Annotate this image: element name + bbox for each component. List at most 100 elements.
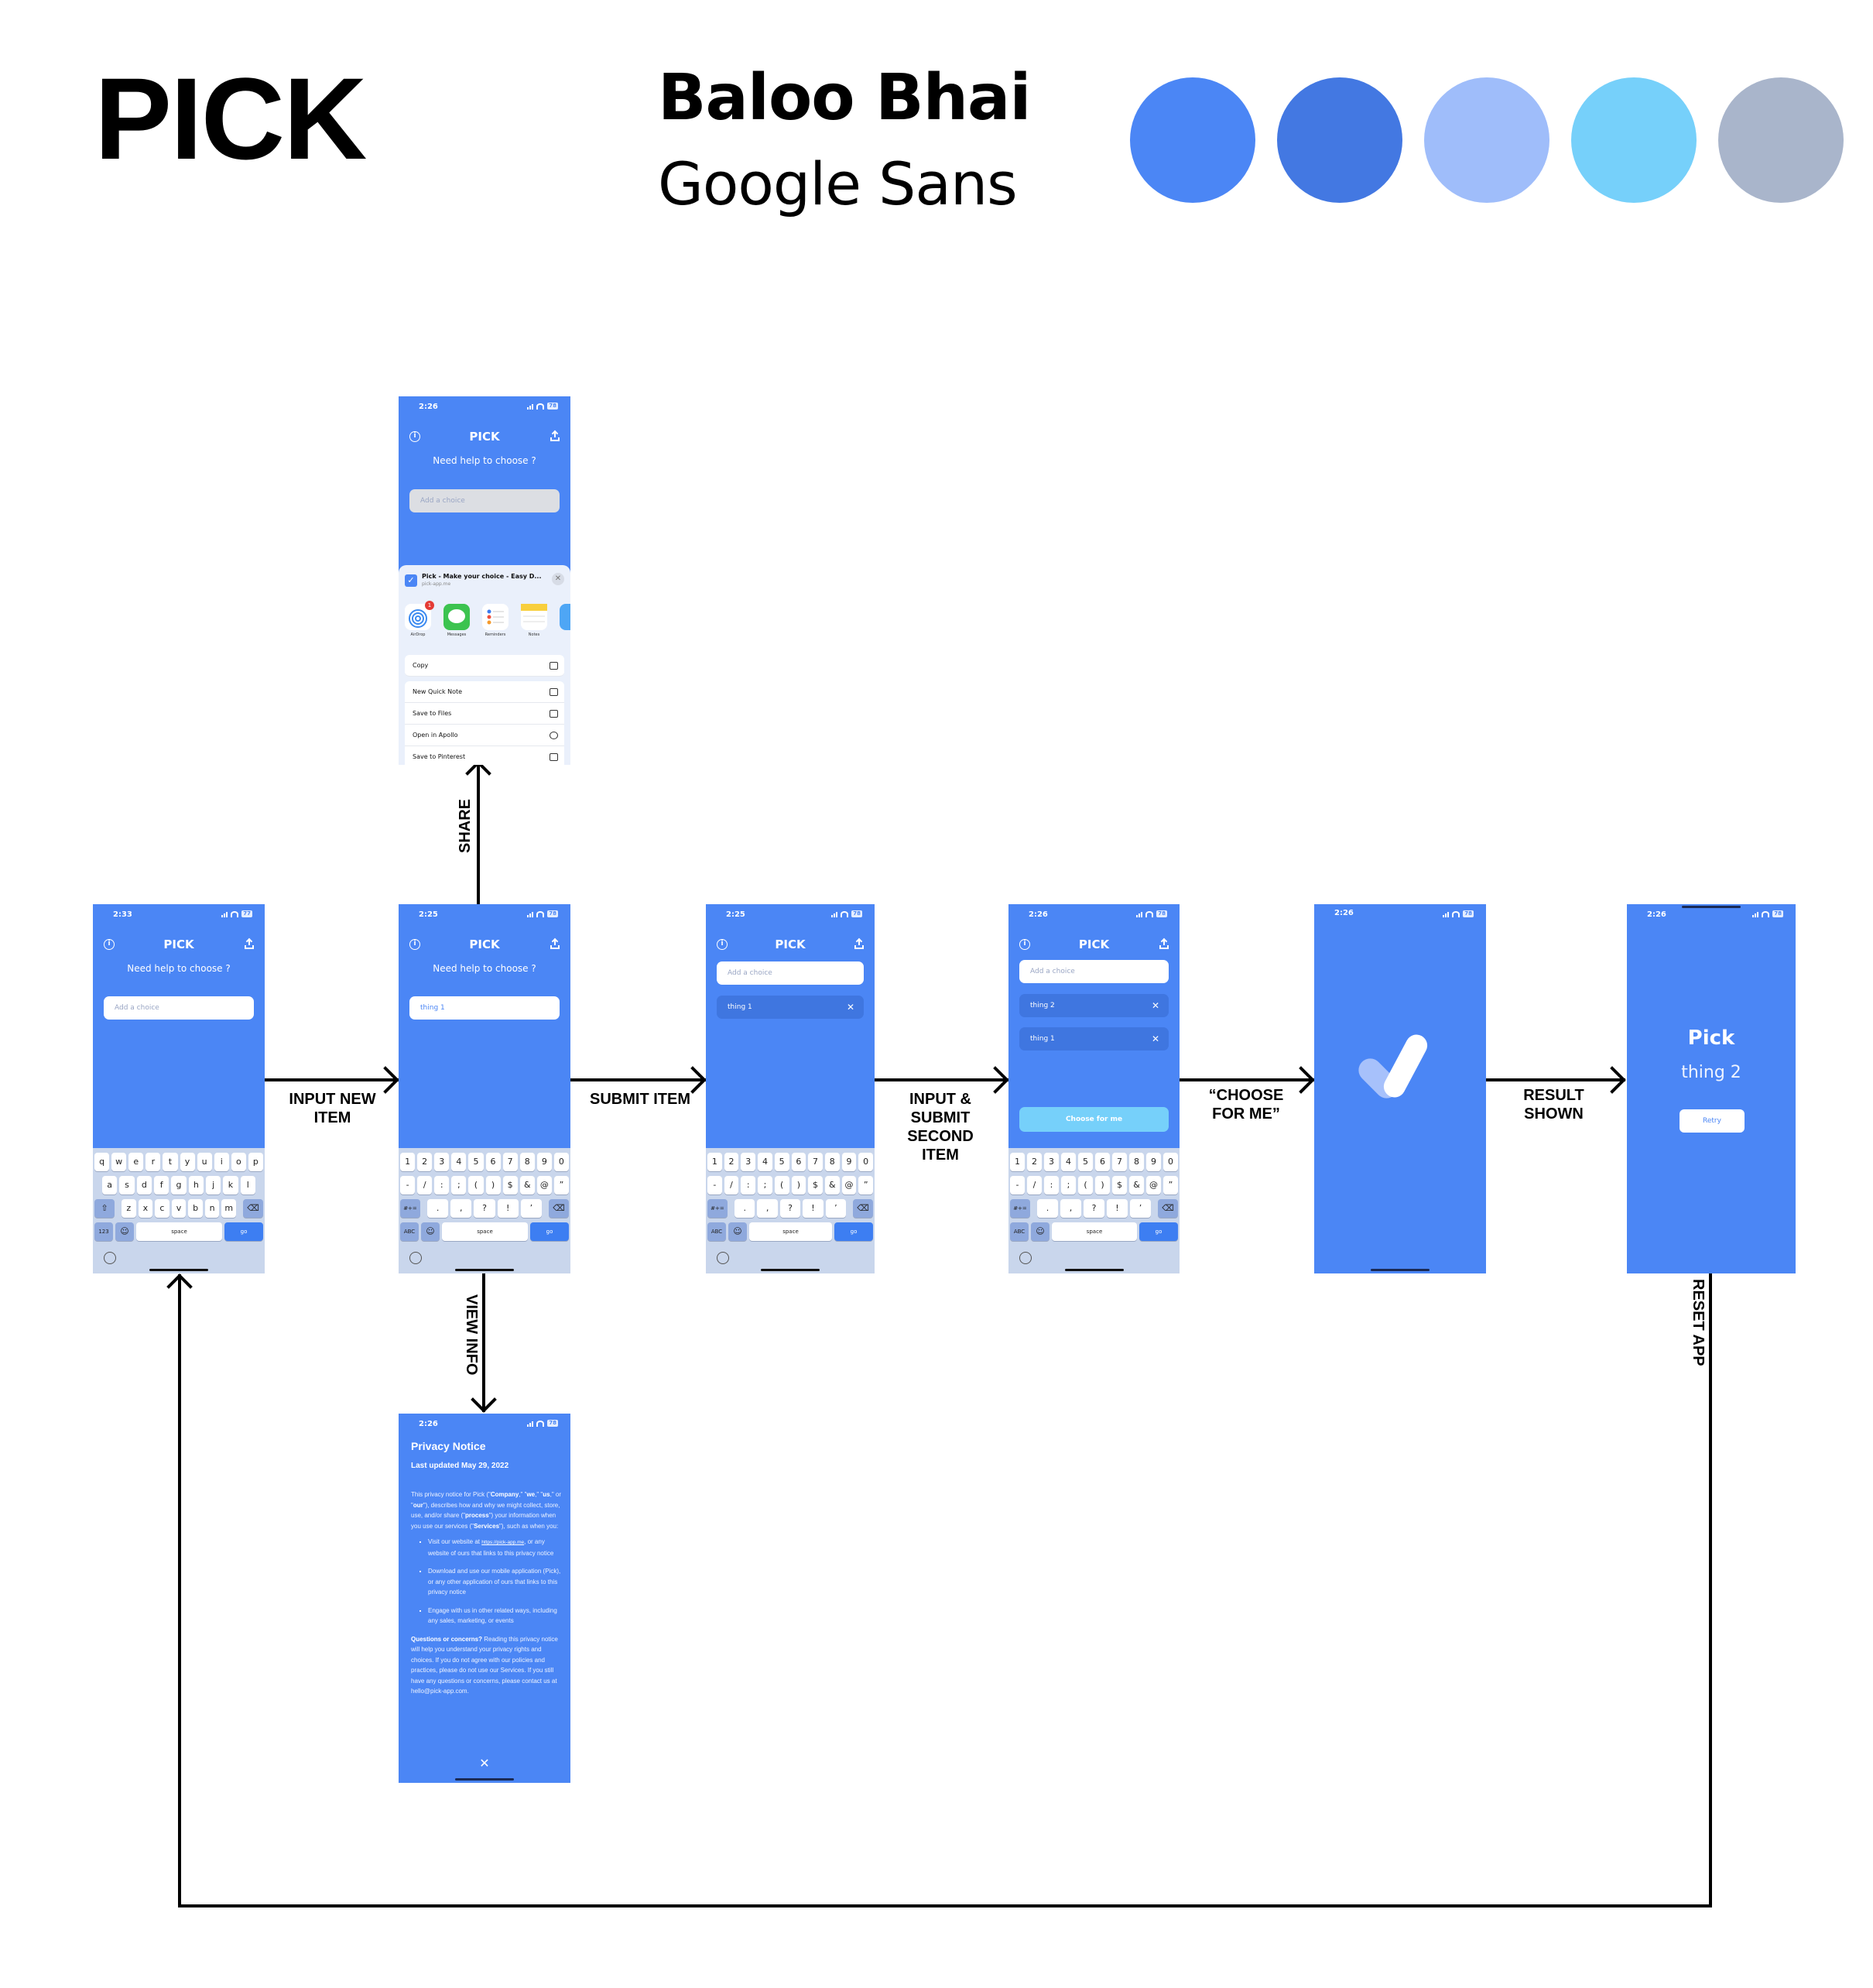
- abc-key[interactable]: ABC: [400, 1222, 419, 1241]
- key[interactable]: e: [128, 1153, 144, 1171]
- key[interactable]: $: [1112, 1176, 1127, 1195]
- share-icon[interactable]: [550, 430, 560, 441]
- key[interactable]: 9: [536, 1153, 552, 1171]
- key[interactable]: l: [240, 1176, 255, 1195]
- space-key[interactable]: space: [1052, 1222, 1137, 1241]
- retry-button[interactable]: Retry: [1680, 1109, 1745, 1133]
- key[interactable]: ’: [825, 1199, 847, 1218]
- key[interactable]: @: [536, 1176, 552, 1195]
- key[interactable]: !: [803, 1199, 824, 1218]
- key[interactable]: p: [248, 1153, 263, 1171]
- key[interactable]: 3: [434, 1153, 450, 1171]
- abc-key[interactable]: ABC: [707, 1222, 726, 1241]
- key[interactable]: h: [188, 1176, 204, 1195]
- share-action-copy[interactable]: Copy: [405, 655, 564, 677]
- globe-icon[interactable]: [104, 1252, 116, 1264]
- key[interactable]: .: [734, 1199, 755, 1218]
- key[interactable]: -: [707, 1176, 722, 1195]
- key[interactable]: 2: [417, 1153, 433, 1171]
- key[interactable]: 3: [741, 1153, 756, 1171]
- choose-for-me-button[interactable]: Choose for me: [1019, 1107, 1169, 1132]
- key[interactable]: -: [400, 1176, 416, 1195]
- emoji-key[interactable]: ☺: [421, 1222, 440, 1241]
- key[interactable]: c: [155, 1199, 169, 1218]
- share-icon[interactable]: [550, 938, 560, 949]
- key[interactable]: !: [497, 1199, 519, 1218]
- share-icon[interactable]: [1159, 938, 1169, 949]
- key[interactable]: ’: [1130, 1199, 1151, 1218]
- go-key[interactable]: go: [530, 1222, 569, 1241]
- key[interactable]: /: [1027, 1176, 1042, 1195]
- delete-key[interactable]: ⌫: [1158, 1199, 1178, 1218]
- key[interactable]: 6: [1095, 1153, 1110, 1171]
- key[interactable]: 1: [1010, 1153, 1025, 1171]
- key[interactable]: ;: [1061, 1176, 1076, 1195]
- share-app-airdrop[interactable]: 1 AirDrop: [405, 601, 434, 637]
- key[interactable]: .: [1037, 1199, 1058, 1218]
- key[interactable]: j: [205, 1176, 221, 1195]
- key[interactable]: &: [1129, 1176, 1144, 1195]
- add-choice-input[interactable]: Add a choice: [409, 489, 560, 512]
- key[interactable]: b: [188, 1199, 203, 1218]
- key[interactable]: ,: [450, 1199, 472, 1218]
- add-choice-input[interactable]: Add a choice: [717, 961, 864, 985]
- abc-key[interactable]: ABC: [1010, 1222, 1029, 1241]
- key[interactable]: ;: [758, 1176, 772, 1195]
- key[interactable]: $: [502, 1176, 518, 1195]
- key[interactable]: /: [417, 1176, 433, 1195]
- key[interactable]: ”: [1163, 1176, 1178, 1195]
- key[interactable]: 2: [724, 1153, 739, 1171]
- share-action-quick-note[interactable]: New Quick Note: [405, 681, 564, 703]
- key[interactable]: $: [808, 1176, 823, 1195]
- key[interactable]: ?: [779, 1199, 801, 1218]
- key[interactable]: 5: [468, 1153, 484, 1171]
- key[interactable]: 6: [791, 1153, 806, 1171]
- key[interactable]: &: [519, 1176, 535, 1195]
- key[interactable]: t: [163, 1153, 178, 1171]
- symbols-key[interactable]: #+=: [1010, 1199, 1030, 1218]
- key[interactable]: v: [171, 1199, 187, 1218]
- close-icon[interactable]: ✕: [399, 1756, 570, 1770]
- key[interactable]: ): [1095, 1176, 1110, 1195]
- key[interactable]: 3: [1044, 1153, 1059, 1171]
- symbols-key[interactable]: #+=: [707, 1199, 728, 1218]
- key[interactable]: 9: [841, 1153, 857, 1171]
- key[interactable]: 5: [774, 1153, 789, 1171]
- space-key[interactable]: space: [136, 1222, 222, 1241]
- key[interactable]: 7: [502, 1153, 518, 1171]
- key[interactable]: d: [136, 1176, 152, 1195]
- go-key[interactable]: go: [224, 1222, 263, 1241]
- space-key[interactable]: space: [749, 1222, 832, 1241]
- emoji-key[interactable]: ☺: [115, 1222, 134, 1241]
- key[interactable]: 1: [707, 1153, 722, 1171]
- share-app-reminders[interactable]: Reminders: [482, 604, 508, 637]
- key[interactable]: 4: [758, 1153, 772, 1171]
- key[interactable]: k: [223, 1176, 238, 1195]
- key[interactable]: ?: [1084, 1199, 1104, 1218]
- key[interactable]: 6: [485, 1153, 501, 1171]
- delete-key[interactable]: ⌫: [549, 1199, 570, 1218]
- share-action-apollo[interactable]: Open in Apollo: [405, 725, 564, 746]
- key[interactable]: o: [231, 1153, 246, 1171]
- key[interactable]: f: [154, 1176, 169, 1195]
- key[interactable]: q: [94, 1153, 110, 1171]
- key[interactable]: :: [1044, 1176, 1059, 1195]
- share-app-messages[interactable]: Messages: [443, 604, 470, 637]
- key[interactable]: 4: [451, 1153, 467, 1171]
- key[interactable]: i: [214, 1153, 229, 1171]
- key[interactable]: 1: [400, 1153, 416, 1171]
- key[interactable]: ”: [553, 1176, 569, 1195]
- key[interactable]: ?: [474, 1199, 495, 1218]
- key[interactable]: s: [119, 1176, 135, 1195]
- key[interactable]: /: [724, 1176, 739, 1195]
- key[interactable]: (: [774, 1176, 789, 1195]
- globe-icon[interactable]: [1019, 1252, 1032, 1264]
- delete-key[interactable]: ⌫: [243, 1199, 264, 1218]
- key[interactable]: ”: [858, 1176, 874, 1195]
- key[interactable]: m: [221, 1199, 237, 1218]
- key[interactable]: 2: [1027, 1153, 1042, 1171]
- key[interactable]: g: [171, 1176, 187, 1195]
- key[interactable]: ;: [451, 1176, 467, 1195]
- go-key[interactable]: go: [834, 1222, 873, 1241]
- key[interactable]: n: [204, 1199, 220, 1218]
